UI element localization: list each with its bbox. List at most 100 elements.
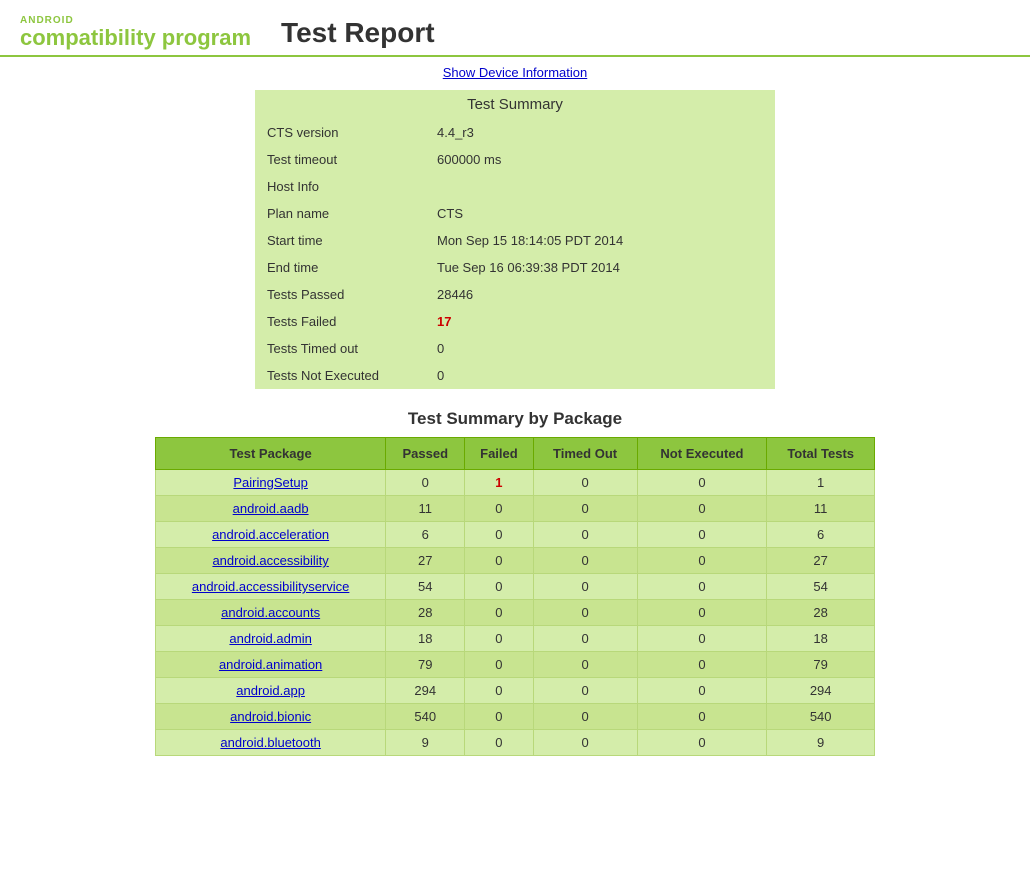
passed-cell: 540 (386, 704, 465, 730)
failed-cell: 0 (465, 652, 533, 678)
package-link[interactable]: android.app (236, 683, 305, 698)
summary-value: CTS (425, 200, 775, 227)
passed-cell: 11 (386, 496, 465, 522)
not-executed-cell: 0 (637, 522, 767, 548)
table-row: android.accessibilityservice5400054 (156, 574, 875, 600)
summary-label: Tests Timed out (255, 335, 425, 362)
package-name-cell: android.bluetooth (156, 730, 386, 756)
total-cell: 54 (767, 574, 875, 600)
package-name-cell: android.animation (156, 652, 386, 678)
summary-row: Start timeMon Sep 15 18:14:05 PDT 2014 (255, 227, 775, 254)
package-link[interactable]: android.admin (229, 631, 311, 646)
table-row: PairingSetup01001 (156, 470, 875, 496)
package-name-cell: android.acceleration (156, 522, 386, 548)
logo: ANDROID compatibility program (20, 15, 251, 50)
column-header: Test Package (156, 438, 386, 470)
passed-cell: 27 (386, 548, 465, 574)
package-section-title: Test Summary by Package (0, 409, 1030, 429)
table-row: android.app294000294 (156, 678, 875, 704)
package-name-cell: PairingSetup (156, 470, 386, 496)
table-row: android.bluetooth90009 (156, 730, 875, 756)
summary-value: Mon Sep 15 18:14:05 PDT 2014 (425, 227, 775, 254)
passed-cell: 54 (386, 574, 465, 600)
summary-label: CTS version (255, 119, 425, 146)
total-cell: 1 (767, 470, 875, 496)
not-executed-cell: 0 (637, 600, 767, 626)
summary-value: 600000 ms (425, 146, 775, 173)
package-link[interactable]: android.accessibility (212, 553, 328, 568)
column-header: Not Executed (637, 438, 767, 470)
summary-label: End time (255, 254, 425, 281)
passed-cell: 79 (386, 652, 465, 678)
summary-label: Tests Not Executed (255, 362, 425, 389)
summary-label: Host Info (255, 173, 425, 200)
package-name-cell: android.app (156, 678, 386, 704)
package-link[interactable]: android.animation (219, 657, 322, 672)
summary-row: Tests Failed17 (255, 308, 775, 335)
passed-cell: 28 (386, 600, 465, 626)
package-link[interactable]: PairingSetup (233, 475, 307, 490)
summary-value: 17 (425, 308, 775, 335)
package-name-cell: android.aadb (156, 496, 386, 522)
column-header: Passed (386, 438, 465, 470)
passed-cell: 6 (386, 522, 465, 548)
compat-label: compatibility program (20, 26, 251, 50)
passed-cell: 9 (386, 730, 465, 756)
timedout-cell: 0 (533, 496, 637, 522)
failed-cell: 0 (465, 574, 533, 600)
page-title: Test Report (281, 17, 435, 49)
passed-cell: 294 (386, 678, 465, 704)
summary-row: Tests Passed28446 (255, 281, 775, 308)
table-row: android.accounts2800028 (156, 600, 875, 626)
package-link[interactable]: android.accessibilityservice (192, 579, 350, 594)
summary-value (425, 173, 775, 200)
summary-value: 4.4_r3 (425, 119, 775, 146)
column-header: Failed (465, 438, 533, 470)
package-link[interactable]: android.acceleration (212, 527, 329, 542)
timedout-cell: 0 (533, 470, 637, 496)
package-link[interactable]: android.bluetooth (220, 735, 320, 750)
total-cell: 28 (767, 600, 875, 626)
summary-section: Test Summary CTS version4.4_r3Test timeo… (255, 90, 775, 389)
timedout-cell: 0 (533, 600, 637, 626)
package-name-cell: android.accessibilityservice (156, 574, 386, 600)
total-cell: 18 (767, 626, 875, 652)
summary-label: Tests Failed (255, 308, 425, 335)
not-executed-cell: 0 (637, 652, 767, 678)
timedout-cell: 0 (533, 522, 637, 548)
total-cell: 79 (767, 652, 875, 678)
not-executed-cell: 0 (637, 574, 767, 600)
package-name-cell: android.accounts (156, 600, 386, 626)
not-executed-cell: 0 (637, 548, 767, 574)
device-info-link[interactable]: Show Device Information (443, 65, 588, 80)
summary-row: CTS version4.4_r3 (255, 119, 775, 146)
summary-value: 0 (425, 362, 775, 389)
summary-row: Test timeout600000 ms (255, 146, 775, 173)
summary-row: Host Info (255, 173, 775, 200)
package-table: Test PackagePassedFailedTimed OutNot Exe… (155, 437, 875, 756)
summary-value: 0 (425, 335, 775, 362)
table-row: android.admin1800018 (156, 626, 875, 652)
timedout-cell: 0 (533, 548, 637, 574)
summary-label: Plan name (255, 200, 425, 227)
page-header: ANDROID compatibility program Test Repor… (0, 0, 1030, 57)
passed-cell: 0 (386, 470, 465, 496)
timedout-cell: 0 (533, 652, 637, 678)
column-header: Timed Out (533, 438, 637, 470)
failed-cell: 0 (465, 496, 533, 522)
timedout-cell: 0 (533, 704, 637, 730)
total-cell: 294 (767, 678, 875, 704)
package-link[interactable]: android.accounts (221, 605, 320, 620)
table-row: android.bionic540000540 (156, 704, 875, 730)
not-executed-cell: 0 (637, 678, 767, 704)
failed-cell: 0 (465, 548, 533, 574)
package-link[interactable]: android.bionic (230, 709, 311, 724)
table-row: android.acceleration60006 (156, 522, 875, 548)
device-info-section: Show Device Information (0, 57, 1030, 90)
not-executed-cell: 0 (637, 704, 767, 730)
summary-row: Tests Timed out0 (255, 335, 775, 362)
package-link[interactable]: android.aadb (233, 501, 309, 516)
column-header: Total Tests (767, 438, 875, 470)
passed-cell: 18 (386, 626, 465, 652)
timedout-cell: 0 (533, 626, 637, 652)
